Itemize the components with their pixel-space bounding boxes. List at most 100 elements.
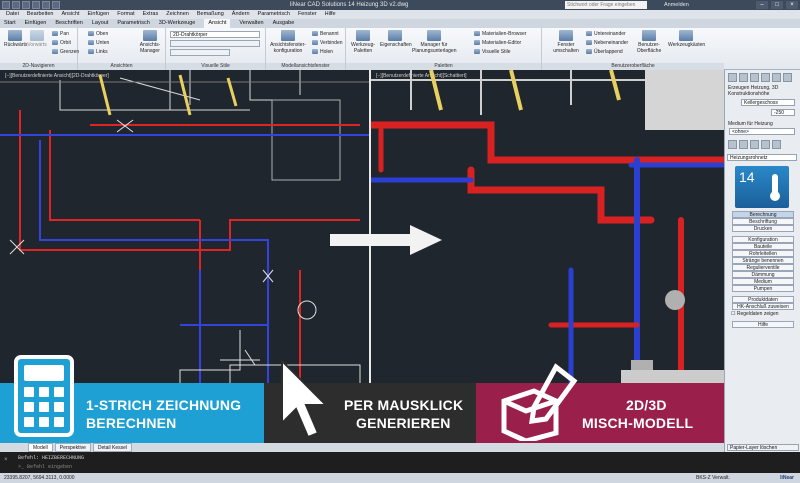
visual-styles-button[interactable]: Visuelle Stile [474,49,511,55]
tile-vertical-button[interactable]: Nebeneinander [586,40,628,46]
palette-button[interactable]: Regulierventile [732,264,794,271]
tab-detail-kessel[interactable]: Detail Kessel [92,443,133,452]
height-input[interactable]: -250 [771,109,795,116]
menu-item[interactable]: Ändern [232,10,250,19]
close-command-icon[interactable]: × [4,456,12,464]
join-viewports-button[interactable]: Verbinden [312,40,343,46]
transition-arrow-icon [330,225,442,255]
palette-tool-icon[interactable] [728,73,737,82]
switch-windows-button[interactable]: Fenster umschalten [552,30,580,54]
view-left-button[interactable]: Links [88,49,108,55]
palette-tool-icon[interactable] [750,73,759,82]
toolbars-button[interactable]: Werkzeugkästen [668,30,705,48]
tool-palettes-button[interactable]: Werkzeug-Paletten [348,30,378,54]
system-select[interactable]: Heizungsrohnetz [727,154,797,161]
palette-button[interactable]: Bauteile [732,243,794,250]
paper-layer-button[interactable]: Papier-Layer löschen [727,444,799,451]
palette-button[interactable]: Berechnung [732,211,794,218]
new-file-icon[interactable] [12,1,20,9]
storey-select[interactable]: Kellergeschoss [741,99,795,106]
palette-button[interactable]: Drucken [732,225,794,232]
sheet-set-manager-button[interactable]: Manager für Planungsunterlagen [412,30,456,54]
palette-tool-icon[interactable] [739,73,748,82]
palette-button[interactable]: Konfiguration [732,236,794,243]
menu-item[interactable]: Datei [6,10,19,19]
materials-editor-button[interactable]: Materialien-Editor [474,40,521,46]
menu-item[interactable]: Zeichnen [166,10,189,19]
restore-viewports-button[interactable]: Holen [312,49,333,55]
properties-button[interactable]: Eigenschaften [380,30,412,48]
visual-style-select[interactable]: 2D-Drahtkörper [170,31,260,38]
tab-perspektive[interactable]: Perspektive [54,443,91,452]
viewport-config-button[interactable]: Ansichtsfenster-konfiguration [268,30,308,54]
command-input[interactable]: >_ Befehl eingeben [18,464,72,470]
open-file-icon[interactable] [22,1,30,9]
view-top-button[interactable]: Oben [88,31,108,37]
palette-button[interactable]: Beschriftung [732,218,794,225]
medium-select[interactable]: <ohne> [729,128,795,135]
tool-icon[interactable] [761,140,770,149]
pen-icon[interactable] [728,140,737,149]
menu-item[interactable]: Bearbeiten [27,10,54,19]
view-bottom-button[interactable]: Unten [88,40,109,46]
tile-horizontal-button[interactable]: Untereinander [586,31,626,37]
redo-icon[interactable] [52,1,60,9]
app-menu-icon[interactable] [2,1,10,9]
palette-button[interactable]: Pumpen [732,285,794,292]
info-icon[interactable] [750,140,759,149]
menu-item[interactable]: Extras [143,10,159,19]
maximize-icon[interactable]: □ [771,1,783,9]
cascade-button[interactable]: Überlappend [586,49,623,55]
palette-button[interactable]: HK-Anschluß zuweisen [732,303,794,310]
menu-item[interactable]: Ansicht [61,10,79,19]
view-manager-button[interactable]: Ansichts-Manager [136,30,164,54]
menu-item[interactable]: Einfügen [88,10,110,19]
palette-tool-icon[interactable] [761,73,770,82]
tab-layout[interactable]: Layout [92,19,109,28]
palette-button[interactable]: Dämmung [732,271,794,278]
palette-button[interactable]: Medium [732,278,794,285]
mouse-pointer-icon [281,358,329,439]
menu-item[interactable]: Bemaßung [197,10,224,19]
close-icon[interactable]: × [786,1,798,9]
valve-icon[interactable] [739,140,748,149]
tab-parametrisch[interactable]: Parametrisch [117,19,149,28]
forward-button[interactable]: Vorwärts [26,30,48,48]
materials-browser-button[interactable]: Materialien-Browser [474,31,526,37]
tab-modell[interactable]: Modell [28,443,53,452]
menu-item[interactable]: Fenster [298,10,317,19]
flag-icon[interactable] [772,140,781,149]
palette-button[interactable]: Rohrleitellen [732,250,794,257]
login-button[interactable]: Anmelden [664,2,689,8]
tab-verwalten[interactable]: Verwalten [239,19,263,28]
orbit-button[interactable]: Orbit [52,40,71,46]
tab-ansicht[interactable]: Ansicht [204,19,231,28]
tab-3d-werkzeuge[interactable]: 3D-Werkzeuge [159,19,196,28]
help-search-input[interactable]: Stichwort oder Frage eingeben [565,1,647,9]
tab-start[interactable]: Start [4,19,16,28]
regeldaten-checkbox[interactable]: ☐ Regeldaten zeigen [731,311,779,317]
menu-item[interactable]: Hilfe [325,10,336,19]
ucs-status[interactable]: BKS-Z Verwalt. [696,473,730,483]
banner-segment-calc: 1-STRICH ZEICHNUNG BERECHNEN [0,355,264,443]
menu-item[interactable]: Parametrisch [258,10,290,19]
palette-button[interactable]: Produktdaten [732,296,794,303]
undo-icon[interactable] [42,1,50,9]
visual-style-options-2[interactable] [170,49,230,56]
palette-tool-icon[interactable] [772,73,781,82]
user-interface-button[interactable]: Benutzer-Oberfläche [634,30,664,54]
help-button[interactable]: Hilfe [732,321,794,328]
tab-beschriften[interactable]: Beschriften [55,19,83,28]
visual-style-options[interactable] [170,40,260,47]
palette-button[interactable]: Stränge benennen [732,257,794,264]
menu-item[interactable]: Format [117,10,134,19]
minimize-icon[interactable]: – [756,1,768,9]
save-icon[interactable] [32,1,40,9]
named-viewports-button[interactable]: Benannt [312,31,339,37]
palette-tool-icon[interactable] [783,73,792,82]
extents-button[interactable]: Grenzen [52,49,79,55]
pan-button[interactable]: Pan [52,31,69,37]
back-button[interactable]: Rückwärts [4,30,27,48]
tab-einfuegen[interactable]: Einfügen [25,19,47,28]
tab-ausgabe[interactable]: Ausgabe [273,19,295,28]
